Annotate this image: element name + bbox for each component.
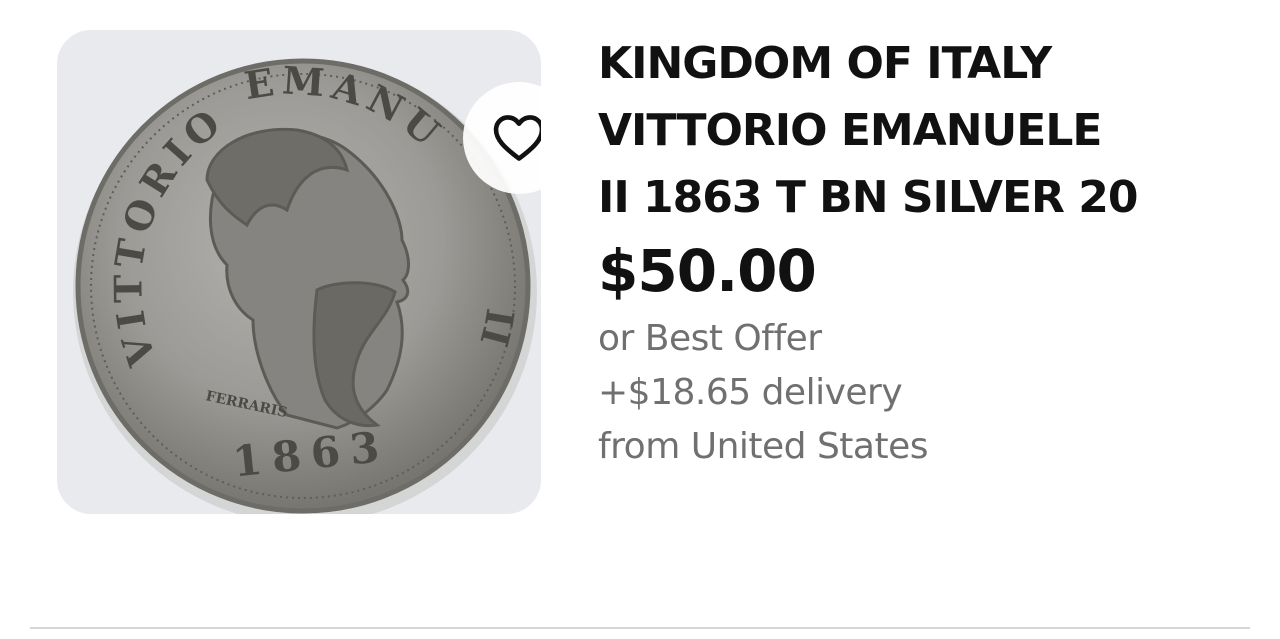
listing-title-line: VITTORIO EMANUELE [598, 105, 1102, 156]
delivery-cost: +$18.65 delivery [598, 372, 903, 413]
best-offer-label: or Best Offer [598, 318, 822, 359]
listing-title[interactable]: KINGDOM OF ITALY VITTORIO EMANUELE II 18… [598, 30, 1238, 231]
item-location: from United States [598, 426, 929, 467]
coin-photo: VITTORIO EMANUELE II FERRARIS 1863 [57, 30, 537, 514]
listing-price: $50.00 [598, 237, 817, 305]
listing-info: KINGDOM OF ITALY VITTORIO EMANUELE II 18… [598, 30, 1238, 474]
listing-title-line: KINGDOM OF ITALY [598, 38, 1052, 89]
divider [30, 627, 1250, 629]
listing-title-line: II 1863 T BN SILVER 20 [598, 172, 1138, 223]
listing-image[interactable]: VITTORIO EMANUELE II FERRARIS 1863 [57, 30, 541, 514]
listing-card[interactable]: VITTORIO EMANUELE II FERRARIS 1863 [0, 0, 1280, 639]
heart-outline-icon [493, 115, 541, 161]
